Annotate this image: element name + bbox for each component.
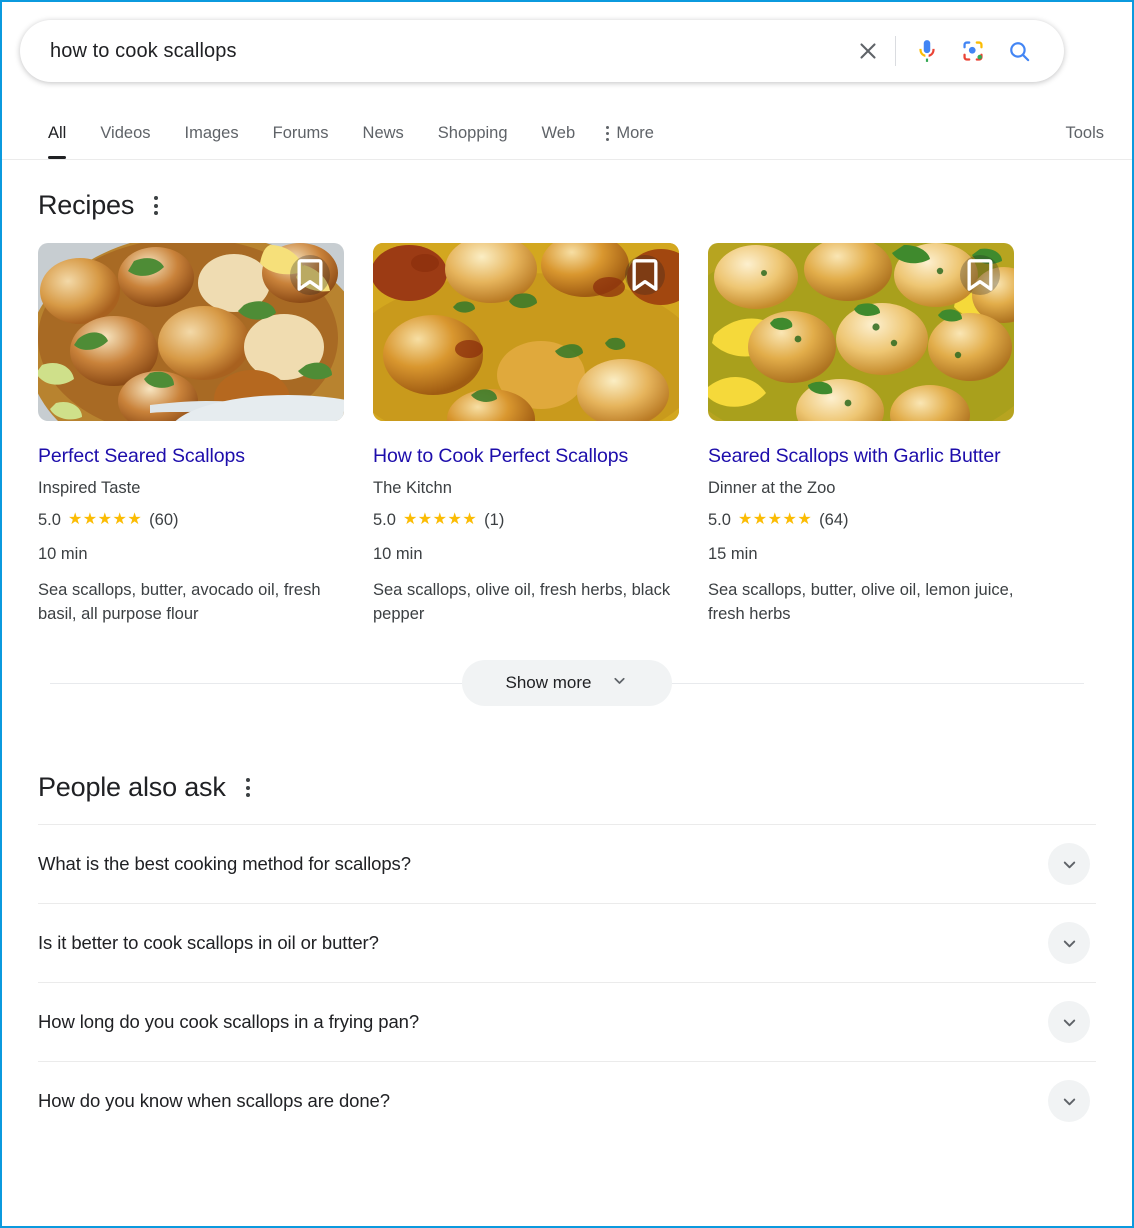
bookmark-icon[interactable] bbox=[290, 255, 330, 295]
page-title: Recipes bbox=[38, 190, 135, 220]
people-also-ask-section: People also ask What is the best cooking… bbox=[38, 772, 1096, 1140]
show-more-row: Show more bbox=[38, 660, 1096, 706]
bookmark-icon[interactable] bbox=[960, 255, 1000, 295]
rating-count: (60) bbox=[149, 511, 179, 529]
recipes-section: Recipes Perfect Seared Scallops Inspired… bbox=[38, 190, 1096, 706]
list-item[interactable]: Is it better to cook scallops in oil or … bbox=[38, 903, 1096, 982]
microphone-icon[interactable] bbox=[904, 28, 950, 74]
list-item[interactable]: How long do you cook scallops in a fryin… bbox=[38, 982, 1096, 1061]
search-box[interactable] bbox=[20, 20, 1064, 82]
recipe-title-link[interactable]: Perfect Seared Scallops bbox=[38, 443, 344, 470]
people-also-ask-title: People also ask bbox=[38, 772, 226, 802]
show-more-label: Show more bbox=[505, 673, 592, 692]
recipe-source: Inspired Taste bbox=[38, 479, 141, 497]
recipe-image[interactable] bbox=[708, 243, 1014, 421]
question-text: How do you know when scallops are done? bbox=[38, 1090, 390, 1111]
recipe-time: 10 min bbox=[373, 545, 423, 563]
recipe-rating: 5.0 ★★★★★ (64) bbox=[708, 509, 1014, 531]
recipe-card[interactable]: How to Cook Perfect Scallops The Kitchn … bbox=[373, 243, 679, 626]
search-results-content: Recipes Perfect Seared Scallops Inspired… bbox=[2, 190, 1132, 1140]
tab-more-button[interactable]: More bbox=[592, 124, 671, 159]
recipe-rating: 5.0 ★★★★★ (1) bbox=[373, 509, 679, 531]
tab-shopping[interactable]: Shopping bbox=[421, 125, 525, 158]
recipe-cards: Perfect Seared Scallops Inspired Taste 5… bbox=[38, 243, 1096, 626]
list-item[interactable]: How do you know when scallops are done? bbox=[38, 1061, 1096, 1140]
question-text: How long do you cook scallops in a fryin… bbox=[38, 1011, 420, 1032]
recipe-source: The Kitchn bbox=[373, 479, 452, 497]
search-input[interactable] bbox=[50, 39, 845, 63]
chevron-down-icon[interactable] bbox=[1048, 922, 1090, 964]
tab-web[interactable]: Web bbox=[525, 125, 593, 158]
search-tabs-bar: All Videos Images Forums News Shopping W… bbox=[2, 108, 1132, 160]
question-text: What is the best cooking method for scal… bbox=[38, 853, 411, 874]
rating-count: (1) bbox=[484, 511, 505, 529]
rating-value: 5.0 bbox=[373, 511, 396, 529]
tools-button[interactable]: Tools bbox=[1055, 124, 1114, 159]
people-also-ask-more-vert-icon[interactable] bbox=[242, 774, 254, 801]
recipe-card[interactable]: Seared Scallops with Garlic Butter Dinne… bbox=[708, 243, 1014, 626]
tab-more-label: More bbox=[616, 124, 654, 142]
recipe-image[interactable] bbox=[38, 243, 344, 421]
show-more-button[interactable]: Show more bbox=[461, 660, 673, 706]
divider bbox=[895, 36, 896, 66]
google-lens-icon[interactable] bbox=[950, 28, 996, 74]
more-vert-icon bbox=[606, 126, 610, 141]
recipe-image[interactable] bbox=[373, 243, 679, 421]
recipe-ingredients: Sea scallops, butter, olive oil, lemon j… bbox=[708, 581, 1014, 623]
search-bar-region bbox=[2, 2, 1132, 82]
question-text: Is it better to cook scallops in oil or … bbox=[38, 932, 379, 953]
search-tabs: All Videos Images Forums News Shopping W… bbox=[38, 124, 1055, 159]
recipe-rating: 5.0 ★★★★★ (60) bbox=[38, 509, 344, 531]
search-actions bbox=[845, 28, 1042, 74]
rating-count: (64) bbox=[819, 511, 849, 529]
chevron-down-icon[interactable] bbox=[1048, 1080, 1090, 1122]
list-item[interactable]: What is the best cooking method for scal… bbox=[38, 824, 1096, 903]
chevron-down-icon[interactable] bbox=[1048, 1001, 1090, 1043]
recipe-ingredients: Sea scallops, butter, avocado oil, fresh… bbox=[38, 581, 321, 623]
tab-all[interactable]: All bbox=[38, 125, 83, 159]
recipes-more-vert-icon[interactable] bbox=[150, 192, 162, 219]
rating-stars: ★★★★★ bbox=[402, 511, 478, 528]
tab-forums[interactable]: Forums bbox=[256, 125, 346, 158]
rating-stars: ★★★★★ bbox=[737, 511, 813, 528]
tab-videos[interactable]: Videos bbox=[83, 125, 167, 158]
bookmark-icon[interactable] bbox=[625, 255, 665, 295]
recipe-title-link[interactable]: Seared Scallops with Garlic Butter bbox=[708, 443, 1014, 470]
rating-value: 5.0 bbox=[708, 511, 731, 529]
recipe-title-link[interactable]: How to Cook Perfect Scallops bbox=[373, 443, 679, 470]
people-also-ask-list: What is the best cooking method for scal… bbox=[38, 824, 1096, 1140]
rating-value: 5.0 bbox=[38, 511, 61, 529]
rating-stars: ★★★★★ bbox=[67, 511, 143, 528]
recipe-time: 10 min bbox=[38, 545, 88, 563]
search-icon[interactable] bbox=[996, 28, 1042, 74]
recipe-ingredients: Sea scallops, olive oil, fresh herbs, bl… bbox=[373, 581, 671, 623]
chevron-down-icon bbox=[611, 672, 628, 694]
recipe-source: Dinner at the Zoo bbox=[708, 479, 836, 497]
recipe-time: 15 min bbox=[708, 545, 758, 563]
people-also-ask-header: People also ask bbox=[38, 772, 1096, 803]
recipe-card[interactable]: Perfect Seared Scallops Inspired Taste 5… bbox=[38, 243, 344, 626]
tab-images[interactable]: Images bbox=[168, 125, 256, 158]
chevron-down-icon[interactable] bbox=[1048, 843, 1090, 885]
tab-news[interactable]: News bbox=[346, 125, 421, 158]
recipes-header: Recipes bbox=[38, 190, 1096, 221]
close-icon[interactable] bbox=[845, 28, 891, 74]
